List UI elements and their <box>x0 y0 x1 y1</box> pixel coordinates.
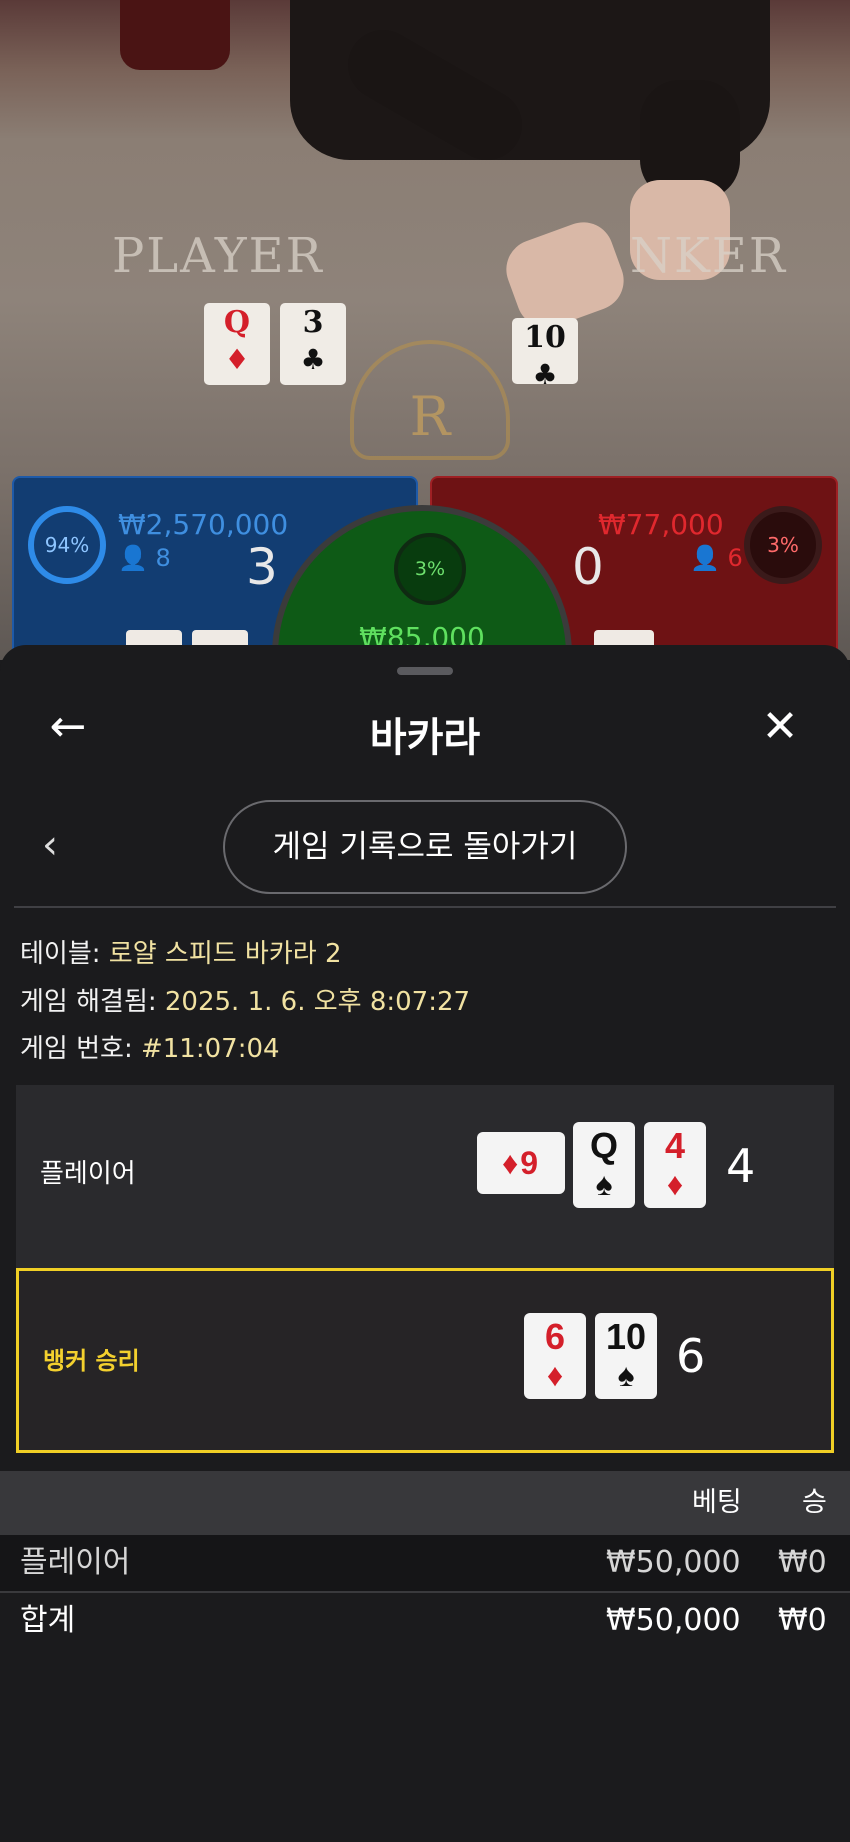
banker-card-1: 6 ♦ <box>524 1313 586 1399</box>
sheet-title: 바카라 <box>369 715 481 761</box>
player-table-label: PLAYER <box>112 228 324 284</box>
info-resolved-label: 게임 해결됨: <box>20 987 157 1017</box>
player-percent: 94% <box>44 533 90 557</box>
info-game-value: #11:07:04 <box>140 1034 280 1064</box>
diamond-icon: ♦ <box>666 1166 684 1202</box>
banker-hand-total: 6 <box>676 1329 706 1383</box>
player-card-1: ♦9 <box>477 1132 565 1194</box>
banker-score: 0 <box>572 538 604 596</box>
table-card-player-2: 3 ♣ <box>280 303 346 385</box>
bets-table-header: 베팅 승 <box>0 1471 850 1535</box>
chair-left <box>120 0 230 70</box>
diamond-icon: ♦ <box>546 1357 564 1393</box>
win-column-header: 승 <box>802 1487 827 1518</box>
sheet-drag-handle[interactable] <box>397 667 453 675</box>
player-card-2: Q ♠ <box>573 1122 635 1208</box>
bet-column-header: 베팅 <box>692 1487 742 1518</box>
total-label: 합계 <box>20 1603 76 1638</box>
tie-percent-ring: 3% <box>394 533 466 605</box>
total-bet-amount: ₩50,000 <box>606 1603 741 1638</box>
banker-percent-ring: 3% <box>744 506 822 584</box>
banker-bet-amount: ₩77,000 <box>598 508 724 541</box>
diamond-icon: ♦ <box>501 1145 519 1181</box>
person-icon: 👤 <box>690 544 720 572</box>
table-total-row: 합계 ₩50,000 ₩0 <box>0 1591 850 1647</box>
player-score: 3 <box>246 538 278 596</box>
card-rank: 9 <box>520 1145 539 1181</box>
banker-table-label: NKER <box>630 228 788 284</box>
table-card-banker-1: 10 ♣ <box>512 318 578 391</box>
table-row: 플레이어 ₩50,000 ₩0 <box>0 1535 850 1591</box>
info-table: 테이블: 로얄 스피드 바카라 2 <box>20 933 342 970</box>
player-hand-total: 4 <box>726 1139 756 1193</box>
info-table-value: 로얄 스피드 바카라 2 <box>108 939 342 969</box>
banker-card-2: 10 ♠ <box>595 1313 657 1399</box>
card-rank: 3 <box>302 305 324 340</box>
card-rank: 4 <box>664 1125 686 1166</box>
info-table-label: 테이블: <box>20 939 101 969</box>
spade-icon: ♠ <box>617 1357 635 1393</box>
banker-hand-row: 뱅커 승리 6 ♦ 10 ♠ 6 <box>16 1268 834 1453</box>
card-rank: 10 <box>605 1316 647 1357</box>
player-bettors: 👤 8 <box>118 544 171 572</box>
player-percent-ring: 94% <box>28 506 106 584</box>
club-icon: ♣ <box>300 343 326 376</box>
player-hand-label: 플레이어 <box>40 1159 136 1189</box>
total-win-amount: ₩0 <box>778 1603 827 1638</box>
player-bet-amount: ₩2,570,000 <box>118 508 289 541</box>
close-icon[interactable]: ✕ <box>750 697 810 757</box>
card-rank: Q <box>223 305 251 340</box>
bet-amount: ₩50,000 <box>606 1545 741 1580</box>
info-game-number: 게임 번호: #11:07:04 <box>20 1028 280 1065</box>
table-card-player-1: Q ♦ <box>204 303 270 385</box>
banker-win-label: 뱅커 승리 <box>43 1347 140 1375</box>
banker-bettors: 👤 6 <box>690 544 743 572</box>
logo-letter: R <box>409 385 451 448</box>
spade-icon: ♠ <box>595 1166 613 1202</box>
info-resolved-value: 2025. 1. 6. 오후 8:07:27 <box>164 987 471 1017</box>
divider <box>14 906 836 908</box>
person-icon: 👤 <box>118 544 148 572</box>
player-hand-row: 플레이어 ♦9 Q ♠ 4 ♦ 4 <box>16 1085 834 1271</box>
player-bettors-count: 8 <box>155 544 171 572</box>
card-rank: Q <box>589 1125 618 1166</box>
tie-percent: 3% <box>414 558 446 580</box>
back-to-history-button[interactable]: 게임 기록으로 돌아가기 <box>223 800 627 894</box>
card-rank: 6 <box>544 1316 566 1357</box>
club-icon: ♣ <box>532 358 558 391</box>
game-detail-sheet: ← 바카라 ✕ ‹ 게임 기록으로 돌아가기 테이블: 로얄 스피드 바카라 2… <box>0 645 850 1842</box>
banker-percent: 3% <box>767 533 799 557</box>
player-card-3: 4 ♦ <box>644 1122 706 1208</box>
info-game-label: 게임 번호: <box>20 1034 133 1064</box>
bet-name: 플레이어 <box>20 1545 131 1580</box>
info-resolved: 게임 해결됨: 2025. 1. 6. 오후 8:07:27 <box>20 981 470 1018</box>
banker-bettors-count: 6 <box>727 544 743 572</box>
chevron-left-icon[interactable]: ‹ <box>30 820 70 870</box>
win-amount: ₩0 <box>778 1545 827 1580</box>
diamond-icon: ♦ <box>224 343 250 376</box>
card-rank: 10 <box>524 320 566 355</box>
